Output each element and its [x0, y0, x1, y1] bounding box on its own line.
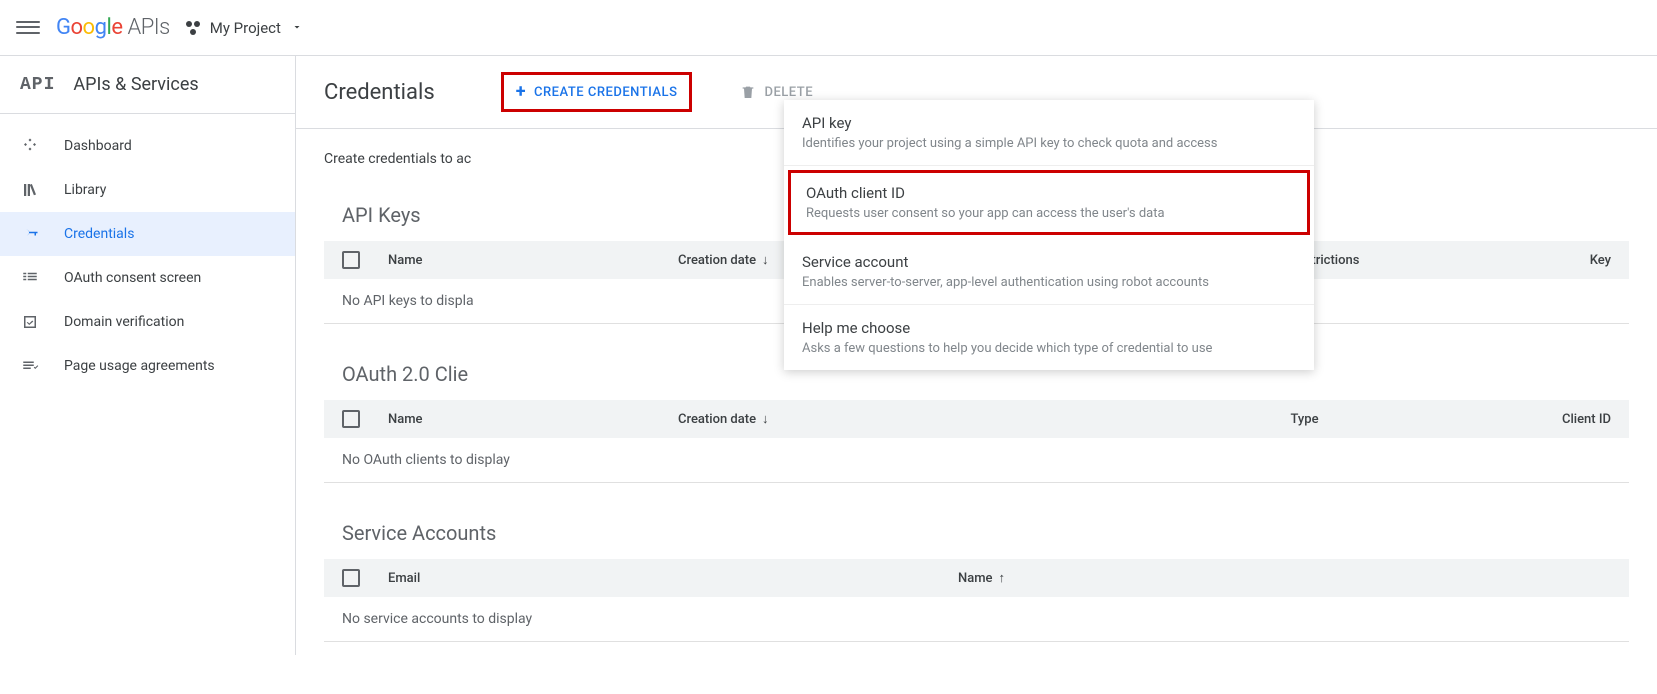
col-name[interactable]: Name↑ — [958, 570, 1611, 586]
empty-state: No service accounts to display — [324, 597, 1629, 642]
col-type[interactable]: Type — [1098, 412, 1511, 427]
sort-down-icon: ↓ — [762, 412, 769, 427]
select-all-checkbox[interactable] — [342, 251, 360, 269]
sidebar-header: API APIs & Services — [0, 56, 295, 114]
page-title: Credentials — [324, 80, 435, 105]
sidebar-item-label: Page usage agreements — [64, 358, 215, 374]
caret-down-icon — [291, 19, 303, 37]
top-bar: Google APIs My Project — [0, 0, 1657, 56]
sidebar-item-page-usage[interactable]: Page usage agreements — [0, 344, 295, 388]
sidebar-item-label: OAuth consent screen — [64, 270, 201, 286]
col-email[interactable]: Email — [388, 571, 958, 586]
table-header: Email Name↑ — [324, 559, 1629, 597]
sidebar-item-label: Dashboard — [64, 138, 132, 154]
project-name: My Project — [210, 19, 281, 37]
verify-icon — [20, 312, 40, 332]
project-icon — [184, 19, 202, 37]
dashboard-icon — [20, 136, 40, 156]
dropdown-item-help-choose[interactable]: Help me choose Asks a few questions to h… — [784, 305, 1314, 370]
col-client-id[interactable]: Client ID — [1511, 412, 1611, 427]
sidebar-item-label: Library — [64, 182, 106, 198]
agreements-icon — [20, 356, 40, 376]
create-credentials-button[interactable]: + CREATE CREDENTIALS — [501, 72, 693, 112]
table-header: Name Creation date↓ Type Client ID — [324, 400, 1629, 438]
sidebar-item-label: Domain verification — [64, 314, 184, 330]
select-all-checkbox[interactable] — [342, 569, 360, 587]
main-content: Credentials + CREATE CREDENTIALS DELETE … — [296, 56, 1657, 655]
sidebar-item-dashboard[interactable]: Dashboard — [0, 124, 295, 168]
dropdown-item-api-key[interactable]: API key Identifies your project using a … — [784, 100, 1314, 166]
plus-icon: + — [516, 83, 526, 101]
col-name[interactable]: Name — [388, 253, 678, 268]
sidebar-item-domain-verification[interactable]: Domain verification — [0, 300, 295, 344]
col-creation-date[interactable]: Creation date↓ — [678, 411, 1098, 427]
project-selector[interactable]: My Project — [184, 19, 303, 37]
sidebar-item-library[interactable]: Library — [0, 168, 295, 212]
sidebar-title: APIs & Services — [73, 74, 198, 95]
col-key[interactable]: Key — [1551, 253, 1611, 268]
trash-icon — [740, 84, 756, 100]
section-title: Service Accounts — [324, 513, 1629, 559]
key-icon — [20, 224, 40, 244]
sort-down-icon: ↓ — [762, 253, 769, 268]
dropdown-item-service-account[interactable]: Service account Enables server-to-server… — [784, 239, 1314, 305]
col-name[interactable]: Name — [388, 412, 678, 427]
consent-icon — [20, 268, 40, 288]
library-icon — [20, 180, 40, 200]
sidebar-item-oauth-consent[interactable]: OAuth consent screen — [0, 256, 295, 300]
create-credentials-dropdown: API key Identifies your project using a … — [784, 100, 1314, 370]
service-accounts-section: Service Accounts Email Name↑ No service … — [324, 513, 1629, 642]
select-all-checkbox[interactable] — [342, 410, 360, 428]
oauth-clients-section: OAuth 2.0 Clie Name Creation date↓ Type … — [324, 354, 1629, 483]
empty-state: No OAuth clients to display — [324, 438, 1629, 483]
api-icon: API — [20, 75, 55, 95]
sidebar: API APIs & Services Dashboard Library Cr… — [0, 56, 296, 655]
sidebar-item-credentials[interactable]: Credentials — [0, 212, 295, 256]
sort-up-icon: ↑ — [999, 571, 1006, 586]
sidebar-item-label: Credentials — [64, 226, 134, 242]
menu-icon[interactable] — [16, 16, 40, 40]
google-apis-logo[interactable]: Google APIs — [56, 15, 170, 40]
dropdown-item-oauth-client[interactable]: OAuth client ID Requests user consent so… — [788, 170, 1310, 235]
